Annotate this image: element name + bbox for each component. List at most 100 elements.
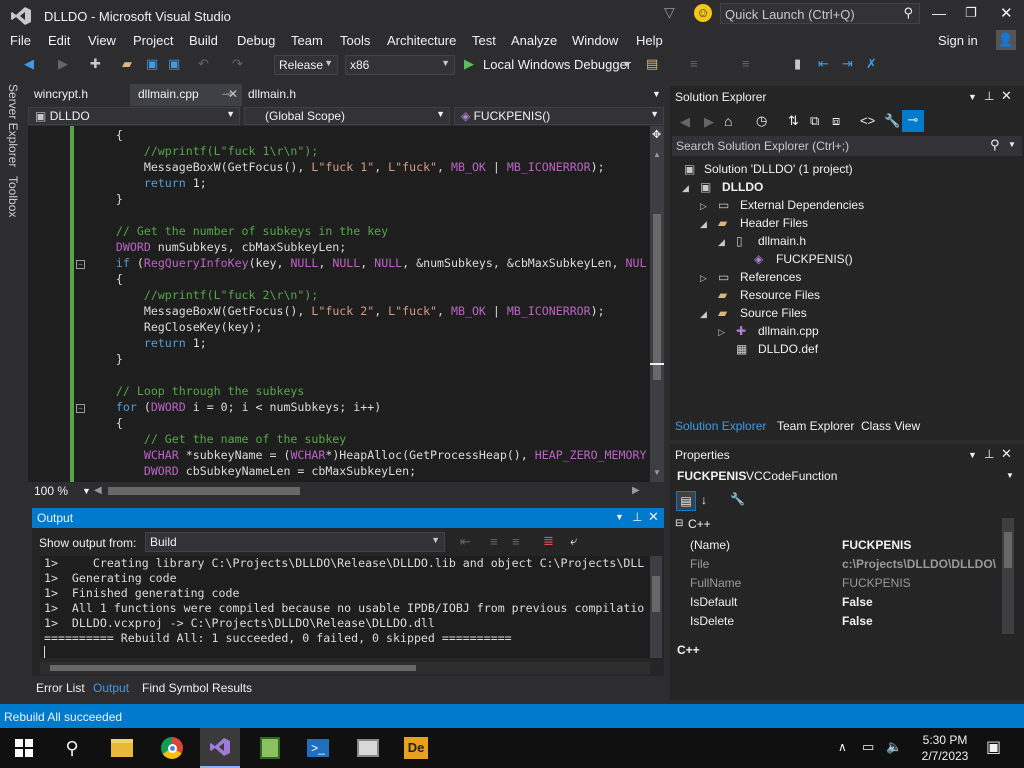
menu-build[interactable]: Build <box>189 33 218 48</box>
collapse-triangle-icon[interactable]: ◢ <box>700 309 707 320</box>
menu-architecture[interactable]: Architecture <box>387 33 456 48</box>
properties-scrollbar[interactable] <box>1002 518 1014 634</box>
categorized-icon[interactable]: ▤ <box>676 491 696 511</box>
visual-studio-taskbar-icon[interactable] <box>200 728 240 768</box>
fold-toggle[interactable]: − <box>76 404 85 413</box>
menu-project[interactable]: Project <box>133 33 173 48</box>
preview-selected-icon[interactable]: ⊸ <box>902 110 924 132</box>
network-icon[interactable]: ▭ <box>862 739 874 755</box>
chevron-down-icon[interactable]: ▼ <box>1008 140 1016 149</box>
comment-icon[interactable]: ≡ <box>742 56 750 74</box>
output-source-select[interactable]: Build ▼ <box>145 532 445 552</box>
search-icon[interactable]: ⚲ <box>52 728 92 768</box>
open-folder-icon[interactable]: ▰ <box>122 56 132 74</box>
output-vertical-scrollbar[interactable] <box>650 556 662 658</box>
collapse-all-icon[interactable]: ⧉ <box>810 113 819 129</box>
collapse-triangle-icon[interactable]: ◢ <box>718 237 725 248</box>
start-button[interactable] <box>4 728 44 768</box>
tree-item-function[interactable]: FUCKPENIS() <box>776 252 853 266</box>
forward-icon[interactable]: ▶ <box>704 114 714 130</box>
feedback-smiley-icon[interactable]: ☺ <box>694 4 712 22</box>
code-editor[interactable]: − − { //wprintf(L"fuck 1\r\n"); MessageB… <box>28 126 650 482</box>
prev-bookmark-icon[interactable]: ⇤ <box>818 56 829 74</box>
tab-solution-explorer[interactable]: Solution Explorer <box>675 419 766 433</box>
menu-test[interactable]: Test <box>472 33 496 48</box>
forward-icon[interactable]: ▶ <box>58 56 68 74</box>
tree-item-external-dependencies[interactable]: External Dependencies <box>740 198 864 212</box>
tree-item-dllmain-cpp[interactable]: dllmain.cpp <box>758 324 819 338</box>
tab-list-chevron-icon[interactable]: ▼ <box>652 89 661 99</box>
tab-wincrypt-h[interactable]: wincrypt.h <box>34 87 88 101</box>
powershell-icon[interactable]: >_ <box>298 728 338 768</box>
new-project-icon[interactable]: ✚ <box>90 56 101 74</box>
close-icon[interactable]: ✕ <box>648 509 659 525</box>
collapse-triangle-icon[interactable]: ◢ <box>700 219 707 230</box>
avatar-icon[interactable]: 👤 <box>996 30 1016 50</box>
expand-triangle-icon[interactable]: ▷ <box>718 327 725 338</box>
bookmark-icon[interactable]: ▮ <box>794 56 801 74</box>
property-row[interactable]: File c:\Projects\DLLDO\DLLDO\d <box>686 555 996 574</box>
property-row[interactable]: IsDefault False <box>686 593 996 612</box>
menu-window[interactable]: Window <box>572 33 618 48</box>
clear-all-icon[interactable]: ≣ <box>543 533 554 549</box>
sync-icon[interactable]: ⇅ <box>788 113 799 129</box>
properties-wrench-icon[interactable]: 🔧 <box>884 113 900 129</box>
output-panel-header[interactable]: Output ▼ ⊥ ✕ <box>32 508 664 528</box>
tab-dllmain-cpp[interactable]: dllmain.cpp ⊸ <box>130 84 242 106</box>
redo-icon[interactable]: ↷ <box>232 56 243 74</box>
chevron-down-icon[interactable]: ▼ <box>622 59 631 77</box>
editor-vertical-scrollbar[interactable]: ✥ ▲ ▼ <box>650 126 664 482</box>
dependency-walker-icon[interactable]: De <box>396 728 436 768</box>
tree-item-dllmain-h[interactable]: dllmain.h <box>758 234 806 248</box>
tab-toolbox[interactable]: Toolbox <box>6 176 20 217</box>
tree-item-header-files[interactable]: Header Files <box>740 216 808 230</box>
tab-team-explorer[interactable]: Team Explorer <box>777 419 854 433</box>
property-object-select[interactable]: FUCKPENIS VCCodeFunction ▼ <box>672 466 1022 486</box>
close-icon[interactable]: ✕ <box>1001 88 1012 104</box>
window-menu-icon[interactable]: ▼ <box>968 92 977 102</box>
alphabetical-icon[interactable]: ↓ <box>701 493 707 507</box>
sign-in-link[interactable]: Sign in <box>938 33 978 48</box>
collapse-category-icon[interactable]: ⊟ <box>675 518 683 529</box>
close-button[interactable]: ✕ <box>1000 4 1013 22</box>
tab-server-explorer[interactable]: Server Explorer <box>6 84 20 167</box>
restore-button[interactable]: ❐ <box>965 5 977 21</box>
start-debug-icon[interactable]: ▶ <box>464 56 474 74</box>
member-select[interactable]: ◈ FUCKPENIS() ▼ <box>454 107 664 125</box>
pin-icon[interactable]: ⊥ <box>984 447 994 461</box>
menu-team[interactable]: Team <box>291 33 323 48</box>
word-wrap-icon[interactable]: ⤶ <box>570 533 577 549</box>
tab-output[interactable]: Output <box>93 681 129 695</box>
save-all-icon[interactable]: ▣ <box>168 56 180 74</box>
menu-view[interactable]: View <box>88 33 116 48</box>
file-explorer-icon[interactable] <box>102 728 142 768</box>
property-row[interactable]: FullName FUCKPENIS <box>686 574 996 593</box>
expand-triangle-icon[interactable]: ▷ <box>700 201 707 212</box>
solution-config-select[interactable]: Release ▼ <box>274 55 338 75</box>
show-hidden-icons-icon[interactable]: ∧ <box>838 740 847 754</box>
history-icon[interactable]: ◷ <box>756 113 767 129</box>
project-scope-select[interactable]: ▣ DLLDO ▼ <box>28 107 240 125</box>
tree-item-project[interactable]: DLLDO <box>722 180 763 194</box>
save-icon[interactable]: ▣ <box>146 56 158 74</box>
close-tab-icon[interactable]: ✕ <box>228 87 238 101</box>
menu-file[interactable]: File <box>10 33 31 48</box>
menu-edit[interactable]: Edit <box>48 33 70 48</box>
clock-time[interactable]: 5:30 PM <box>916 733 974 747</box>
volume-icon[interactable]: 🔈 <box>886 739 902 755</box>
undo-icon[interactable]: ↶ <box>198 56 209 74</box>
menu-analyze[interactable]: Analyze <box>511 33 557 48</box>
notifications-icon[interactable]: ▣ <box>986 737 1001 757</box>
clear-bookmarks-icon[interactable]: ✗ <box>866 56 877 74</box>
menu-debug[interactable]: Debug <box>237 33 275 48</box>
notepad-icon[interactable] <box>250 728 290 768</box>
back-icon[interactable]: ◀ <box>24 56 34 74</box>
output-text-area[interactable]: 1> Creating library C:\Projects\DLLDO\Re… <box>40 556 650 658</box>
menu-tools[interactable]: Tools <box>340 33 370 48</box>
prev-message-icon[interactable]: ≡ <box>490 534 498 549</box>
window-menu-icon[interactable]: ▼ <box>968 450 977 460</box>
property-pages-icon[interactable]: 🔧 <box>730 492 745 506</box>
chrome-icon[interactable] <box>152 728 192 768</box>
collapse-triangle-icon[interactable]: ◢ <box>682 183 689 194</box>
view-code-icon[interactable]: <> <box>860 113 875 128</box>
